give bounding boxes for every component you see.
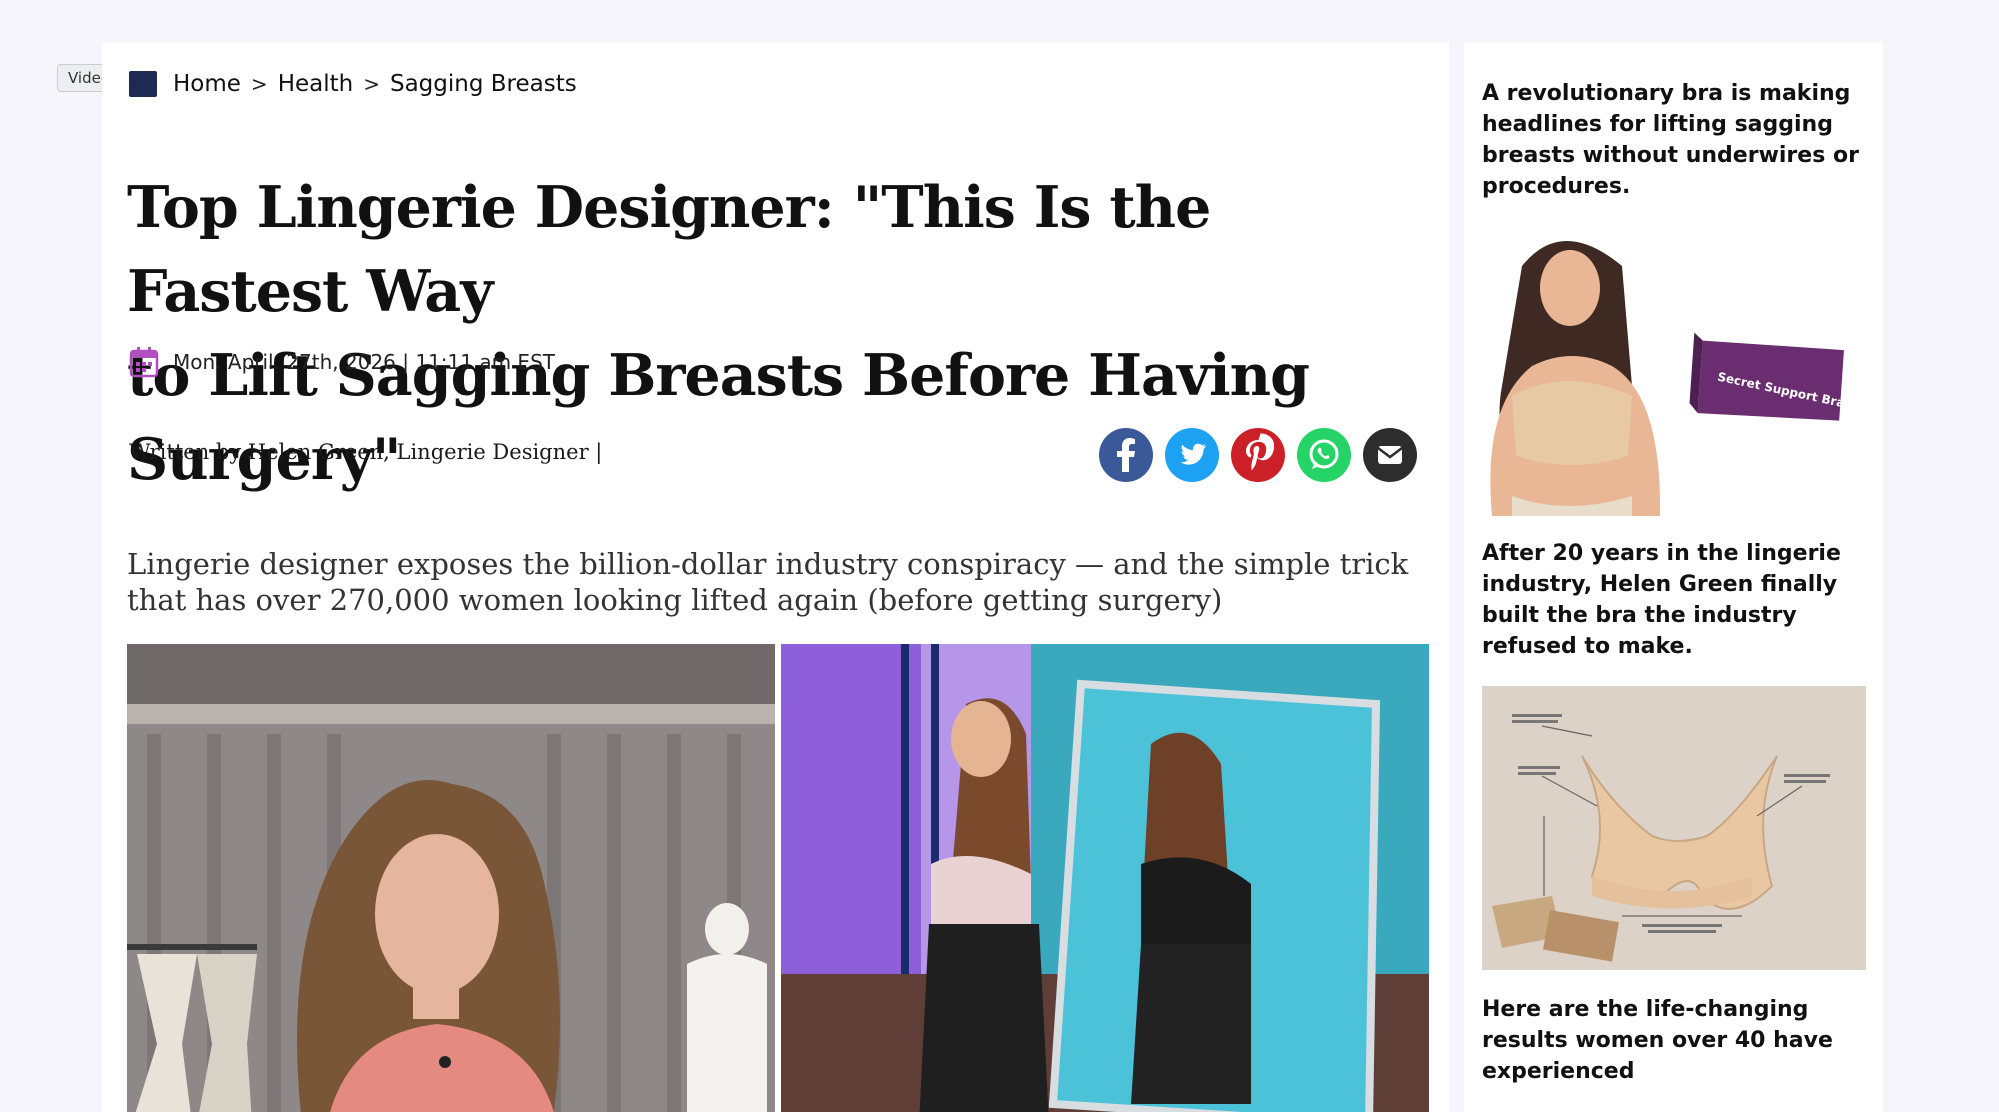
product-image[interactable]: Secret Support Bra <box>1482 226 1866 516</box>
publish-date: Mon. April. 27th, 2026 | 11:11 am EST <box>173 350 555 374</box>
whatsapp-icon <box>1309 439 1339 469</box>
whatsapp-share-button[interactable] <box>1297 428 1351 482</box>
article-title-line-1: Top Lingerie Designer: "This Is the Fast… <box>127 174 1211 325</box>
twitter-icon <box>1180 443 1206 465</box>
presenter-image <box>127 644 775 1112</box>
sidebar-text-1: A revolutionary bra is making headlines … <box>1482 81 1859 199</box>
hero-left-panel <box>127 644 775 1112</box>
site-logo-icon[interactable] <box>129 71 157 97</box>
facebook-icon <box>1117 438 1135 472</box>
breadcrumb-health[interactable]: Health <box>278 71 354 97</box>
breadcrumb-current[interactable]: Sagging Breasts <box>390 71 577 97</box>
bra-diagram-image[interactable] <box>1482 686 1866 970</box>
hero-right-panel <box>781 644 1429 1112</box>
bra-diagram-illustration <box>1482 686 1866 970</box>
sidebar-text-2: After 20 years in the lingerie industry,… <box>1482 541 1841 659</box>
author-byline: Written by Helen Green, Lingerie Designe… <box>129 440 603 464</box>
facebook-share-button[interactable] <box>1099 428 1153 482</box>
sidebar-text-3: Here are the life-changing results women… <box>1482 997 1833 1084</box>
calendar-icon <box>129 347 159 378</box>
breadcrumb-separator: > <box>363 72 380 96</box>
breadcrumb-home[interactable]: Home <box>173 71 241 97</box>
pinterest-icon <box>1246 433 1275 471</box>
email-icon <box>1377 446 1403 464</box>
article-main: Home > Health > Sagging Breasts Top Ling… <box>102 42 1449 1112</box>
sidebar: A revolutionary bra is making headlines … <box>1464 42 1883 1112</box>
before-after-image <box>781 644 1429 1112</box>
hero-video[interactable] <box>127 644 1429 1112</box>
twitter-share-button[interactable] <box>1165 428 1219 482</box>
share-bar <box>1099 428 1417 482</box>
breadcrumb-separator: > <box>250 72 268 96</box>
bra-model-image: Secret Support Bra <box>1482 226 1866 516</box>
email-share-button[interactable] <box>1363 428 1417 482</box>
breadcrumb: Home > Health > Sagging Breasts <box>129 68 577 100</box>
dateline: Mon. April. 27th, 2026 | 11:11 am EST <box>129 346 555 378</box>
pinterest-share-button[interactable] <box>1231 428 1285 482</box>
article-dek: Lingerie designer exposes the billion-do… <box>127 547 1409 617</box>
